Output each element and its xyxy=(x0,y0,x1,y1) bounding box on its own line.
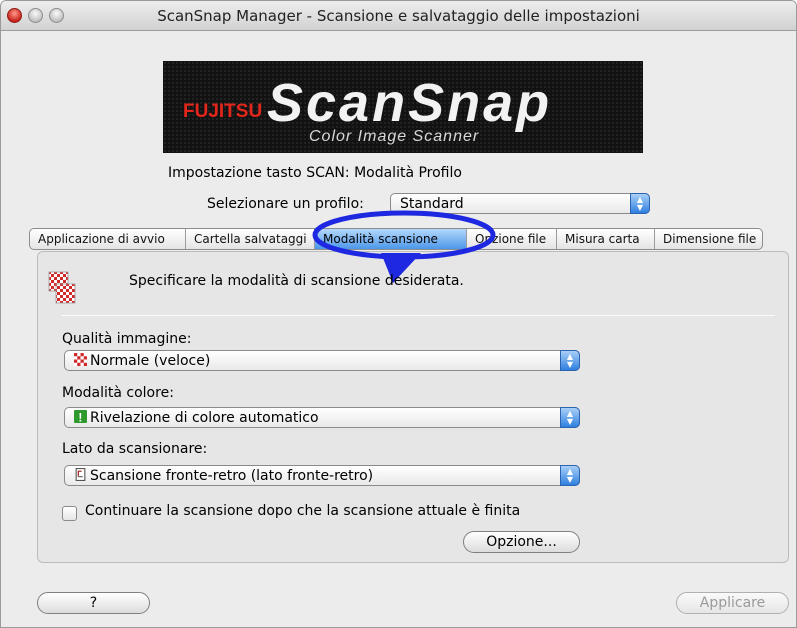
scansnap-wordmark: ScanSnap xyxy=(267,73,552,133)
title-bar[interactable]: ScanSnap Manager - Scansione e salvatagg… xyxy=(1,1,796,31)
image-quality-select[interactable]: Normale (veloce) ▲ ▼ xyxy=(64,350,580,371)
profile-select[interactable]: Standard ▲ ▼ xyxy=(390,193,650,214)
profile-select-value: Standard xyxy=(400,196,464,212)
scan-mode-checker-icon xyxy=(48,271,76,304)
separator xyxy=(61,315,775,316)
scansnap-manager-window: ScanSnap Manager - Scansione e salvatagg… xyxy=(0,0,797,628)
profile-select-label: Selezionare un profilo: xyxy=(207,196,364,212)
chevron-updown-icon: ▲ ▼ xyxy=(560,350,580,371)
tab-file-option[interactable]: Opzione file xyxy=(467,229,557,249)
scan-side-value: Scansione fronte-retro (lato fronte-retr… xyxy=(90,468,374,484)
tab-save-folder[interactable]: Cartella salvataggi xyxy=(186,229,315,249)
help-button[interactable]: ? xyxy=(37,592,150,614)
apply-button[interactable]: Applicare xyxy=(676,592,789,614)
panel-description: Specificare la modalità di scansione des… xyxy=(129,273,464,289)
tab-scan-mode[interactable]: Modalità scansione xyxy=(315,229,467,249)
scan-side-label: Lato da scansionare: xyxy=(62,441,208,457)
logo-tagline: Color Image Scanner xyxy=(309,128,479,145)
image-quality-label: Qualità immagine: xyxy=(62,331,192,347)
tab-startup-application[interactable]: Applicazione di avvio xyxy=(30,229,186,249)
tab-file-size[interactable]: Dimensione file xyxy=(655,229,762,249)
chevron-updown-icon: ▲ ▼ xyxy=(630,193,650,214)
option-button[interactable]: Opzione... xyxy=(463,531,580,553)
color-mode-value: Rivelazione di colore automatico xyxy=(90,410,319,426)
chevron-updown-icon: ▲ ▼ xyxy=(560,407,580,428)
color-mode-label: Modalità colore: xyxy=(62,385,174,401)
image-quality-value: Normale (veloce) xyxy=(90,353,211,369)
fujitsu-brand-text: FUJITSU xyxy=(183,101,262,122)
continue-scan-checkbox[interactable] xyxy=(62,506,77,521)
svg-text:!: ! xyxy=(78,410,82,423)
scansnap-logo: FUJITSU ScanSnap Color Image Scanner xyxy=(163,61,643,153)
duplex-page-icon xyxy=(75,468,86,481)
scan-side-select[interactable]: Scansione fronte-retro (lato fronte-retr… xyxy=(64,465,580,486)
chevron-updown-icon: ▲ ▼ xyxy=(560,465,580,486)
scan-button-mode-label: Impostazione tasto SCAN: Modalità Profil… xyxy=(168,165,462,181)
exclamation-icon: ! xyxy=(74,410,87,423)
tab-paper-size[interactable]: Misura carta xyxy=(557,229,655,249)
checker-icon xyxy=(74,353,87,366)
settings-tabs: Applicazione di avvio Cartella salvatagg… xyxy=(29,228,763,250)
window-title: ScanSnap Manager - Scansione e salvatagg… xyxy=(157,7,640,25)
continue-scan-label[interactable]: Continuare la scansione dopo che la scan… xyxy=(85,503,520,519)
color-mode-select[interactable]: ! Rivelazione di colore automatico ▲ ▼ xyxy=(64,407,580,428)
